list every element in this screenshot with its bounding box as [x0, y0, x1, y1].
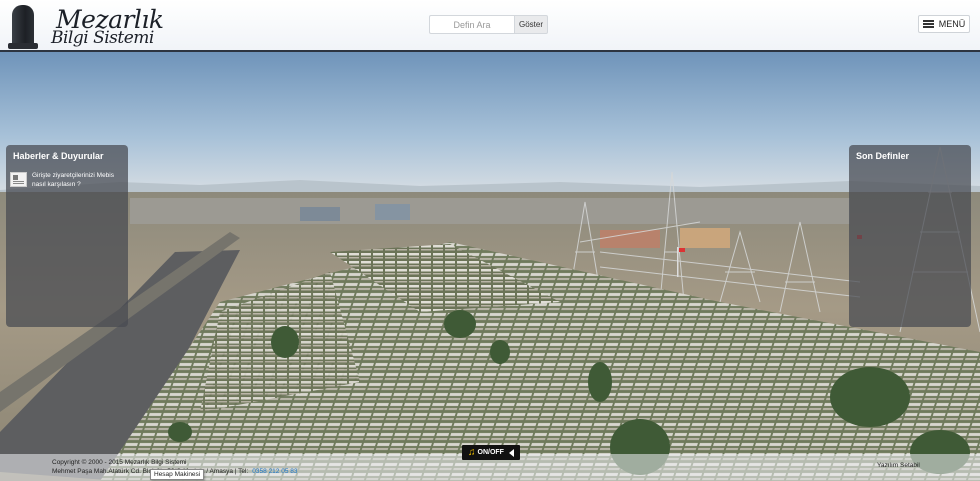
- music-note-icon: ♫: [468, 446, 476, 458]
- menu-label: MENÜ: [938, 19, 966, 29]
- site-header: Mezarlık Bilgi Sistemi Göster MENÜ: [0, 0, 980, 52]
- recent-burials-panel: Son Definler: [849, 145, 971, 327]
- site-logo[interactable]: Mezarlık Bilgi Sistemi: [8, 3, 164, 49]
- tombstone-icon: [8, 5, 38, 49]
- news-panel-title: Haberler & Duyurular: [13, 151, 104, 161]
- news-item[interactable]: Girişte ziyaretçilerinizi Mebis nasıl ka…: [6, 167, 128, 193]
- speaker-icon: [508, 448, 514, 457]
- menu-button[interactable]: MENÜ: [918, 15, 970, 33]
- footer-phone-link[interactable]: 0358 212 05 83: [252, 468, 297, 475]
- newspaper-icon: [10, 172, 27, 187]
- news-panel: Haberler & Duyurular Girişte ziyaretçile…: [6, 145, 128, 327]
- show-button[interactable]: Göster: [514, 15, 548, 34]
- logo-subtitle: Bilgi Sistemi: [51, 28, 154, 48]
- hamburger-icon: [922, 20, 934, 28]
- music-toggle-label: ON/OFF: [477, 449, 504, 456]
- music-toggle-button[interactable]: ♫ ON/OFF: [462, 445, 520, 460]
- footer-credits-link[interactable]: Yazılım Setabil: [877, 462, 920, 469]
- burial-search-input[interactable]: [429, 15, 514, 34]
- cemetery-panorama[interactable]: [0, 52, 980, 481]
- calculator-tooltip: Hesap Makinesi: [150, 469, 205, 480]
- news-item-text[interactable]: Girişte ziyaretçilerinizi Mebis nasıl ka…: [32, 171, 124, 189]
- burial-search: Göster: [429, 15, 548, 34]
- recent-burials-title: Son Definler: [856, 151, 910, 161]
- footer-copyright: Copyright © 2000 - 2015 Mezarlık Bilgi S…: [52, 459, 187, 466]
